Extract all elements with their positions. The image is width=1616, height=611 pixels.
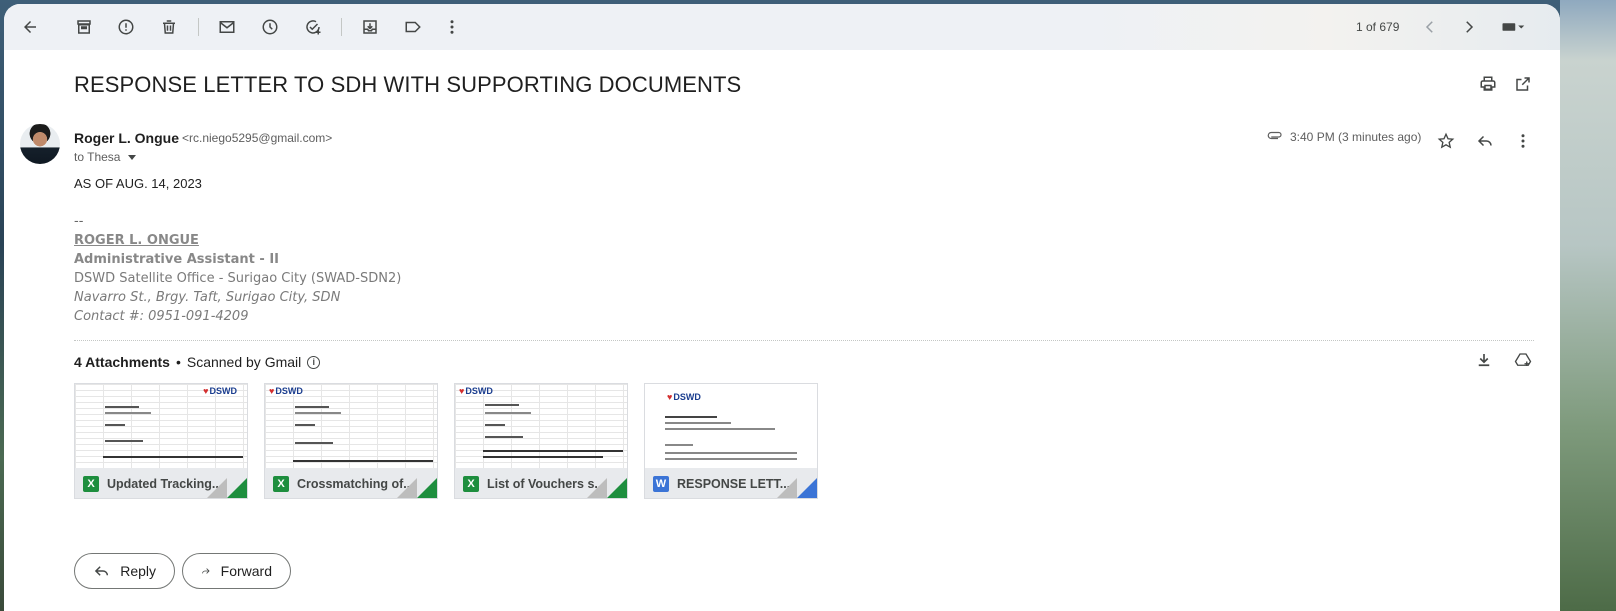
archive-icon[interactable] bbox=[68, 11, 100, 43]
email-subject: RESPONSE LETTER TO SDH WITH SUPPORTING D… bbox=[74, 72, 742, 97]
label-icon[interactable] bbox=[397, 11, 429, 43]
dswd-logo: DSWD bbox=[459, 386, 493, 396]
excel-file-icon: X bbox=[273, 475, 289, 492]
pager-count: 1 of 679 bbox=[1356, 20, 1400, 34]
scanned-label: Scanned by Gmail bbox=[186, 354, 302, 370]
file-type-corner bbox=[417, 478, 437, 498]
toolbar-separator bbox=[198, 18, 199, 36]
attachment-preview: DSWD bbox=[75, 384, 247, 468]
attachments-header: 4 Attachments • Scanned by Gmail i bbox=[74, 354, 321, 370]
recipients-toggle[interactable]: to Thesa bbox=[74, 150, 137, 164]
email-signature: -- ROGER L. ONGUE Administrative Assista… bbox=[74, 212, 401, 326]
print-icon[interactable] bbox=[1474, 70, 1502, 98]
signature-contact: Contact #: 0951-091-4209 bbox=[74, 309, 249, 324]
more-vert-icon[interactable] bbox=[436, 11, 468, 43]
forward-icon bbox=[202, 568, 210, 574]
download-all-icon[interactable] bbox=[1470, 346, 1498, 374]
email-meta: 3:40 PM (3 minutes ago) bbox=[1266, 128, 1421, 146]
attachment-preview: DSWD bbox=[645, 384, 817, 468]
signature-title: Administrative Assistant - II bbox=[74, 252, 280, 267]
attachment-card[interactable]: DSWD W RESPONSE LETT... bbox=[644, 383, 818, 499]
excel-file-icon: X bbox=[463, 475, 479, 492]
more-options-icon[interactable] bbox=[1508, 126, 1538, 156]
attachments-count: 4 Attachments bbox=[74, 354, 170, 370]
signature-office: DSWD Satellite Office - Surigao City (SW… bbox=[74, 271, 402, 286]
star-icon[interactable] bbox=[1431, 126, 1461, 156]
attachment-card[interactable]: DSWD X Updated Tracking... bbox=[74, 383, 248, 499]
add-task-icon[interactable] bbox=[297, 11, 329, 43]
attachment-card[interactable]: DSWD X Crossmatching of... bbox=[264, 383, 438, 499]
open-new-window-icon[interactable] bbox=[1509, 70, 1537, 98]
email-window: 1 of 679 RESPONSE LETTER TO SDH WITH SUP… bbox=[4, 4, 1560, 611]
attachment-preview: DSWD bbox=[455, 384, 627, 468]
reply-button[interactable]: Reply bbox=[74, 553, 175, 589]
recipients-label: to Thesa bbox=[74, 150, 121, 164]
page-fold bbox=[587, 478, 607, 498]
move-to-icon[interactable] bbox=[354, 11, 386, 43]
desktop-background bbox=[1560, 0, 1616, 611]
email-timestamp: 3:40 PM (3 minutes ago) bbox=[1290, 130, 1422, 144]
word-file-icon: W bbox=[653, 475, 669, 492]
sender-name[interactable]: Roger L. Ongue bbox=[74, 130, 179, 146]
prev-icon[interactable] bbox=[1414, 11, 1446, 43]
attachment-card[interactable]: DSWD X List of Vouchers s... bbox=[454, 383, 628, 499]
bullet-separator: • bbox=[175, 354, 181, 370]
back-arrow-icon[interactable] bbox=[14, 11, 46, 43]
avatar[interactable] bbox=[20, 124, 60, 164]
page-fold bbox=[207, 478, 227, 498]
dswd-logo: DSWD bbox=[269, 386, 303, 396]
attachment-clip-icon bbox=[1267, 131, 1282, 140]
mark-unread-icon[interactable] bbox=[211, 11, 243, 43]
file-type-corner bbox=[227, 478, 247, 498]
file-type-corner bbox=[797, 478, 817, 498]
delete-icon[interactable] bbox=[153, 11, 185, 43]
chevron-down-icon bbox=[128, 154, 137, 160]
email-body-text: AS OF AUG. 14, 2023 bbox=[74, 176, 202, 191]
next-icon[interactable] bbox=[1453, 11, 1485, 43]
divider bbox=[74, 340, 1534, 341]
toolbar-separator bbox=[341, 18, 342, 36]
attachment-name: Updated Tracking... bbox=[107, 476, 223, 491]
excel-file-icon: X bbox=[83, 475, 99, 492]
attachment-preview: DSWD bbox=[265, 384, 437, 468]
signature-separator: -- bbox=[74, 214, 84, 229]
file-type-corner bbox=[607, 478, 627, 498]
save-to-drive-icon[interactable] bbox=[1509, 346, 1537, 374]
reply-icon bbox=[94, 566, 109, 576]
reply-label: Reply bbox=[120, 563, 156, 579]
reply-icon[interactable] bbox=[1470, 126, 1500, 156]
dswd-logo: DSWD bbox=[203, 386, 238, 396]
signature-address: Navarro St., Brgy. Taft, Surigao City, S… bbox=[74, 290, 341, 305]
forward-button[interactable]: Forward bbox=[182, 553, 291, 589]
toolbar: 1 of 679 bbox=[4, 4, 1560, 50]
page-fold bbox=[397, 478, 417, 498]
keyboard-icon[interactable] bbox=[1492, 11, 1534, 43]
sender-email: <rc.niego5295@gmail.com> bbox=[182, 131, 333, 145]
snooze-icon[interactable] bbox=[254, 11, 286, 43]
forward-label: Forward bbox=[220, 563, 272, 579]
signature-name: ROGER L. ONGUE bbox=[74, 233, 199, 248]
info-icon[interactable]: i bbox=[307, 355, 321, 369]
attachment-name: RESPONSE LETT... bbox=[677, 476, 791, 491]
page-fold bbox=[777, 478, 797, 498]
dswd-logo: DSWD bbox=[667, 392, 701, 402]
report-spam-icon[interactable] bbox=[110, 11, 142, 43]
